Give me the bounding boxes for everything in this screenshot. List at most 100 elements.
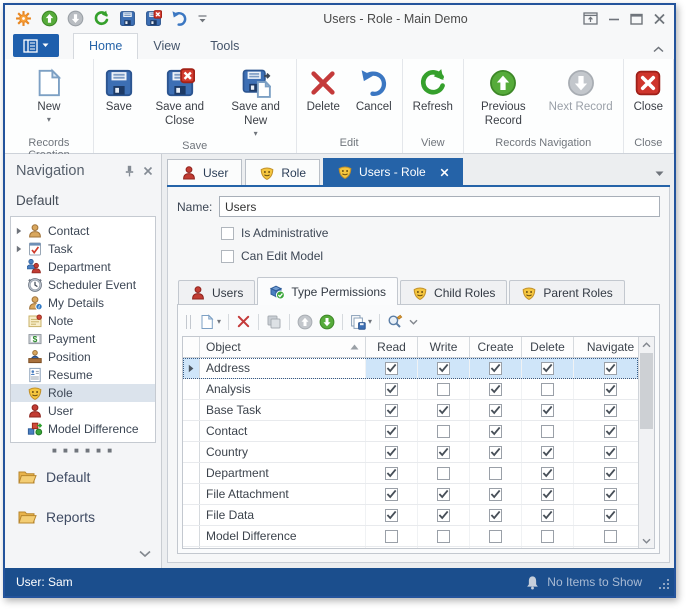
can-edit-model-checkbox[interactable] (221, 250, 234, 263)
object-cell[interactable]: Model Difference (200, 526, 366, 546)
write-checkbox[interactable] (437, 467, 450, 480)
object-cell[interactable]: Model Difference Aspect (200, 547, 366, 548)
refresh-quick-icon[interactable] (93, 10, 110, 27)
refresh-button[interactable]: Refresh (405, 64, 461, 117)
nav-item-model-difference[interactable]: Model Difference (11, 420, 155, 438)
navigate-checkbox[interactable] (604, 446, 617, 459)
write-checkbox[interactable] (437, 446, 450, 459)
create-checkbox[interactable] (489, 425, 502, 438)
grid-column-navigate[interactable]: Navigate (574, 337, 648, 357)
nav-item-position[interactable]: Position (11, 348, 155, 366)
read-checkbox[interactable] (385, 383, 398, 396)
nav-item-contact[interactable]: Contact (11, 222, 155, 240)
document-tab-role[interactable]: Role (245, 159, 320, 185)
is-administrative-checkbox[interactable] (221, 227, 234, 240)
navigate-checkbox[interactable] (604, 404, 617, 417)
tab-list-caret-icon[interactable] (655, 171, 664, 177)
create-checkbox[interactable] (489, 362, 502, 375)
grid-row-department[interactable]: Department (183, 463, 638, 484)
object-cell[interactable]: Analysis (200, 379, 366, 399)
object-cell[interactable]: Department (200, 463, 366, 483)
write-checkbox[interactable] (437, 425, 450, 438)
move-down-button[interactable] (316, 311, 338, 333)
export-button[interactable]: ▾ (347, 311, 375, 333)
expand-icon[interactable] (16, 245, 22, 253)
expand-icon[interactable] (16, 227, 22, 235)
grid-row-base-task[interactable]: Base Task (183, 400, 638, 421)
detail-tab-users[interactable]: Users (178, 280, 255, 305)
full-screen-button[interactable] (583, 12, 598, 25)
close-navigation-icon[interactable] (143, 166, 153, 176)
nav-item-department[interactable]: Department (11, 258, 155, 276)
document-tab-users---role[interactable]: Users - Role (323, 158, 463, 185)
close-button[interactable]: Close (626, 64, 671, 117)
maximize-button[interactable] (630, 13, 643, 25)
nav-folder-reports[interactable]: Reports (5, 497, 161, 537)
navigate-checkbox[interactable] (604, 383, 617, 396)
navigate-checkbox[interactable] (604, 425, 617, 438)
grid-row-analysis[interactable]: Analysis (183, 379, 638, 400)
ribbon-tab-tools[interactable]: Tools (195, 34, 254, 59)
ribbon-tab-home[interactable]: Home (73, 33, 138, 59)
navigate-checkbox[interactable] (604, 530, 617, 543)
grid-column-read[interactable]: Read (366, 337, 418, 357)
create-checkbox[interactable] (489, 509, 502, 522)
object-cell[interactable]: Contact (200, 421, 366, 441)
save-quick-icon[interactable] (119, 10, 136, 27)
read-checkbox[interactable] (385, 530, 398, 543)
object-cell[interactable]: Base Task (200, 400, 366, 420)
read-checkbox[interactable] (385, 362, 398, 375)
create-checkbox[interactable] (489, 383, 502, 396)
toolbar-drag-handle[interactable] (186, 315, 191, 329)
undo-quick-icon[interactable] (171, 10, 188, 27)
delete-permission-button[interactable] (233, 311, 254, 333)
grid-column-create[interactable]: Create (470, 337, 522, 357)
grid-row-model-difference[interactable]: Model Difference (183, 526, 638, 547)
close-tab-icon[interactable] (440, 168, 449, 177)
delete-checkbox[interactable] (541, 446, 554, 459)
document-tab-user[interactable]: User (167, 159, 242, 185)
previous-record-button[interactable]: Previous Record (466, 64, 541, 131)
read-checkbox[interactable] (385, 446, 398, 459)
navigate-checkbox[interactable] (604, 467, 617, 480)
delete-checkbox[interactable] (541, 509, 554, 522)
save-button[interactable]: Save (96, 64, 142, 117)
link-permission-button[interactable] (263, 311, 285, 333)
ribbon-tab-view[interactable]: View (138, 34, 195, 59)
delete-button[interactable]: Delete (299, 64, 348, 117)
grid-column-object[interactable]: Object (200, 337, 366, 357)
detail-tab-child-roles[interactable]: Child Roles (400, 280, 507, 305)
object-cell[interactable]: Address (200, 358, 366, 378)
read-checkbox[interactable] (385, 425, 398, 438)
nav-item-my-details[interactable]: i My Details (11, 294, 155, 312)
write-checkbox[interactable] (437, 383, 450, 396)
nav-item-task[interactable]: Task (11, 240, 155, 258)
save-and-close-quick-icon[interactable] (145, 10, 162, 27)
app-gear-icon[interactable] (15, 10, 32, 27)
grid-row-file-attachment[interactable]: File Attachment (183, 484, 638, 505)
navigation-splitter[interactable]: ■ ■ ■ ■ ■ ■ (5, 443, 161, 457)
nav-item-role[interactable]: Role (11, 384, 155, 402)
ribbon-collapse-chevron-icon[interactable] (653, 46, 664, 53)
object-cell[interactable]: File Attachment (200, 484, 366, 504)
scroll-down-icon[interactable] (639, 533, 654, 548)
nav-item-user[interactable]: User (11, 402, 155, 420)
grid-column-delete[interactable]: Delete (522, 337, 574, 357)
create-checkbox[interactable] (489, 530, 502, 543)
nav-item-resume[interactable]: Resume (11, 366, 155, 384)
delete-checkbox[interactable] (541, 488, 554, 501)
scrollbar-thumb[interactable] (640, 353, 653, 429)
detail-tab-type-permissions[interactable]: Type Permissions (257, 277, 398, 305)
delete-checkbox[interactable] (541, 362, 554, 375)
save-and-new-button[interactable]: Save and New ▾ (218, 64, 294, 139)
read-checkbox[interactable] (385, 404, 398, 417)
write-checkbox[interactable] (437, 488, 450, 501)
grid-vertical-scrollbar[interactable] (638, 337, 654, 548)
new-button[interactable]: New ▾ (26, 64, 72, 125)
create-checkbox[interactable] (489, 467, 502, 480)
next-record-quick-icon[interactable] (67, 10, 84, 27)
object-cell[interactable]: Country (200, 442, 366, 462)
read-checkbox[interactable] (385, 467, 398, 480)
minimize-button[interactable] (608, 13, 620, 25)
resize-grip[interactable] (659, 579, 670, 590)
